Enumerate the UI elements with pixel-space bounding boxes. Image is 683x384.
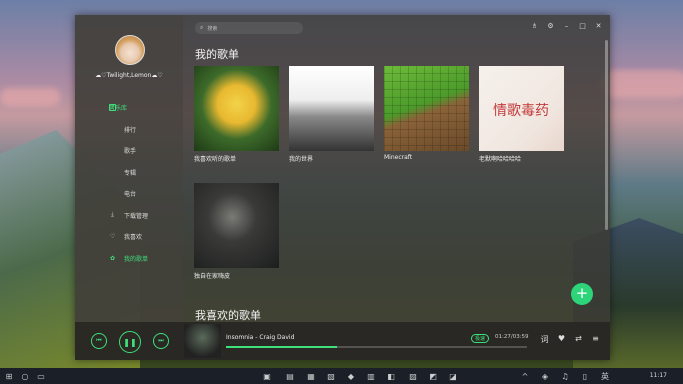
app-icon[interactable]: ▧ — [326, 371, 336, 381]
playlist-cover[interactable] — [194, 66, 279, 151]
playlist-cover[interactable] — [194, 183, 279, 268]
sidebar-item-radio[interactable]: 电台 — [75, 183, 183, 205]
taskbar: ⊞ ○ ▭ ▣ ▤ ▦ ▧ ◆ ▥ ◧ ▨ ◩ ◪ ^ ◈ ♫ ▯ 英 11:1… — [0, 368, 683, 384]
search-icon: ⌕ — [200, 24, 204, 31]
playlist-card[interactable]: 情歌毒药 老默啊哈哈哈哈 — [479, 66, 564, 163]
scrollbar[interactable] — [605, 40, 608, 322]
player-controls: 词 ♥ ⇄ ≡ — [540, 334, 600, 345]
sidebar-item-downloads[interactable]: ⤓ 下载管理 — [75, 205, 183, 227]
section-title-my-playlists: 我的歌单 — [195, 48, 239, 61]
lyrics-button[interactable]: 词 — [540, 334, 549, 345]
player-bar: ⏮ ❚❚ ⏭ Insomnia - Craig David 极速 01:27/0… — [75, 322, 610, 360]
playlist-card[interactable]: 我的世界 — [289, 66, 374, 163]
cover-title-text: 情歌毒药 — [493, 103, 549, 119]
pause-button[interactable]: ❚❚ — [119, 331, 141, 353]
download-icon: ⤓ — [111, 211, 114, 219]
music-app-window: ☁︎♡Twilight,Lemon☁︎♡ ♪ 音乐库 排行 歌手 专辑 电台 ⤓… — [75, 15, 610, 360]
battery-icon[interactable]: ▯ — [580, 371, 590, 381]
sidebar-item-label: 歌手 — [124, 148, 137, 156]
app-icon[interactable]: ◆ — [346, 371, 356, 381]
cortana-icon[interactable]: ○ — [20, 371, 30, 381]
section-title-liked-playlists: 我喜欢的歌单 — [195, 309, 261, 322]
minimize-button[interactable]: – — [563, 22, 570, 30]
network-icon[interactable]: ◈ — [540, 371, 550, 381]
now-playing-cover[interactable] — [184, 324, 221, 358]
tray-icon[interactable]: ^ — [520, 371, 530, 381]
gear-icon[interactable]: ⚙ — [547, 22, 554, 30]
app-icon[interactable]: ▥ — [366, 371, 376, 381]
search-placeholder: 搜索 — [207, 25, 218, 32]
progress-fill — [226, 346, 338, 348]
sidebar: ☁︎♡Twilight,Lemon☁︎♡ ♪ 音乐库 排行 歌手 专辑 电台 ⤓… — [75, 15, 183, 322]
repeat-icon[interactable]: ⇄ — [574, 334, 583, 345]
task-view-icon[interactable]: ▭ — [36, 371, 46, 381]
window-controls: ♗ ⚙ – □ ✕ — [531, 22, 602, 30]
sidebar-item-label: 电台 — [124, 191, 137, 199]
desktop-cloud — [600, 70, 683, 98]
skin-icon[interactable]: ♗ — [531, 22, 538, 30]
next-button[interactable]: ⏭ — [153, 333, 169, 349]
progress-bar[interactable] — [226, 346, 527, 348]
start-icon[interactable]: ⊞ — [4, 371, 14, 381]
maximize-button[interactable]: □ — [579, 22, 586, 30]
track-title: Insomnia - Craig David — [226, 334, 295, 341]
avatar[interactable] — [115, 35, 145, 65]
playlist-card[interactable]: 我喜欢听的歌单 — [194, 66, 279, 163]
sidebar-item-music-library[interactable]: ♪ 音乐库 — [75, 97, 183, 119]
sidebar-item-charts[interactable]: 排行 — [75, 119, 183, 141]
playlist-name: 我的世界 — [289, 156, 314, 163]
scrollbar-thumb[interactable] — [605, 40, 608, 230]
app-icon[interactable]: ◧ — [386, 371, 396, 381]
sidebar-item-albums[interactable]: 专辑 — [75, 162, 183, 184]
volume-icon[interactable]: ♫ — [560, 371, 570, 381]
sidebar-item-label: 排行 — [124, 126, 137, 134]
top-bar: ⌕ 搜索 ♗ ⚙ – □ ✕ — [183, 15, 610, 40]
heart-icon[interactable]: ♥ — [557, 334, 566, 345]
playlist-name: 独自在家嗨皮 — [194, 273, 231, 280]
playlist-cover[interactable]: 情歌毒药 — [479, 66, 564, 151]
app-icon[interactable]: ▦ — [306, 371, 316, 381]
heart-icon: ♡ — [109, 233, 116, 241]
app-icon[interactable]: ▨ — [408, 371, 418, 381]
playlist-cover[interactable] — [384, 66, 469, 151]
playlist-name: 我喜欢听的歌单 — [194, 156, 237, 163]
desktop-cloud — [0, 88, 60, 106]
main-content: 我的歌单 我喜欢听的歌单 我的世界 Minecraft 情歌毒药 老默啊哈哈哈哈… — [183, 40, 603, 322]
playback-time: 01:27/03:59 — [495, 334, 529, 340]
playlist-cover[interactable] — [289, 66, 374, 151]
username[interactable]: ☁︎♡Twilight,Lemon☁︎♡ — [75, 72, 183, 79]
sidebar-nav: ♪ 音乐库 排行 歌手 专辑 电台 ⤓ 下载管理 ♡ 我喜欢 ✿ 我的歌单 — [75, 97, 183, 269]
search-input[interactable]: ⌕ 搜索 — [195, 22, 303, 34]
playlist-card[interactable]: Minecraft — [384, 66, 469, 161]
store-icon[interactable]: ▣ — [262, 371, 272, 381]
sidebar-item-artists[interactable]: 歌手 — [75, 140, 183, 162]
sidebar-item-my-playlists[interactable]: ✿ 我的歌单 — [75, 248, 183, 270]
add-playlist-button[interactable]: + — [571, 283, 593, 305]
sidebar-item-label: 专辑 — [124, 169, 137, 177]
previous-button[interactable]: ⏮ — [91, 333, 107, 349]
quality-badge[interactable]: 极速 — [471, 334, 490, 343]
ime-icon[interactable]: 英 — [600, 371, 610, 381]
playlist-icon: ✿ — [109, 254, 116, 262]
app-icon[interactable]: ◪ — [448, 371, 458, 381]
playlist-card[interactable]: 独自在家嗨皮 — [194, 183, 279, 280]
explorer-icon[interactable]: ▤ — [285, 371, 295, 381]
queue-icon[interactable]: ≡ — [591, 334, 600, 345]
playlist-name: 老默啊哈哈哈哈 — [479, 156, 522, 163]
playlist-name: Minecraft — [384, 154, 413, 161]
music-library-icon: ♪ — [109, 104, 116, 112]
app-icon[interactable]: ◩ — [428, 371, 438, 381]
sidebar-item-favorites[interactable]: ♡ 我喜欢 — [75, 226, 183, 248]
clock[interactable]: 11:17 — [650, 372, 667, 379]
close-button[interactable]: ✕ — [595, 22, 602, 30]
